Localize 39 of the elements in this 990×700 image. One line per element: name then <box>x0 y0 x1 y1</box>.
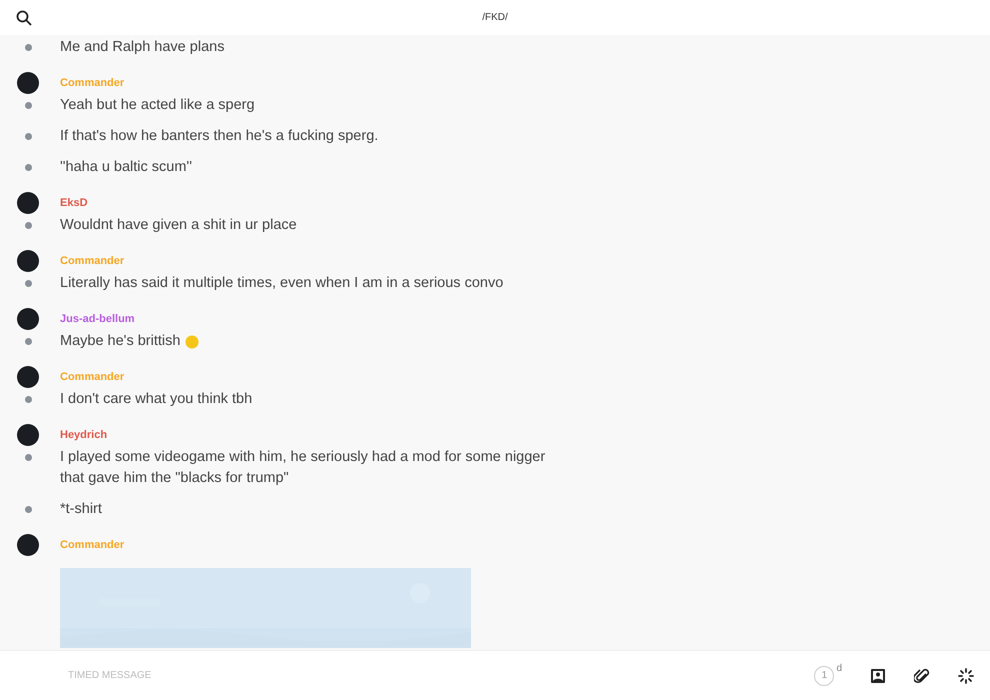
avatar-icon <box>17 250 39 272</box>
avatar-icon <box>17 366 39 388</box>
message-text: *t-shirt <box>60 500 102 519</box>
bullet-dot <box>25 133 32 140</box>
author-name: Commander <box>60 76 124 91</box>
bullet-dot <box>25 102 32 109</box>
bullet-dot <box>25 506 32 513</box>
message-text: Maybe he's brittish <box>60 332 180 351</box>
message-text: Yeah but he acted like a sperg <box>60 96 255 115</box>
avatar-icon <box>17 72 39 94</box>
message-text: If that's how he banters then he's a fucking sperg. <box>60 127 378 146</box>
avatar-icon <box>17 192 39 214</box>
author-name: Commander <box>60 538 124 553</box>
message-input[interactable]: TIMED MESSAGE <box>66 667 366 684</box>
avatar-icon <box>17 534 39 556</box>
message-text: ''haha u baltic scum'' <box>60 158 192 177</box>
bullet-dot <box>25 222 32 229</box>
channel-title: /FKD/ <box>482 11 508 25</box>
avatar-icon <box>17 424 39 446</box>
author-name: EksD <box>60 196 88 211</box>
message-text: Wouldnt have given a shit in ur place <box>60 216 297 235</box>
bullet-dot <box>25 280 32 287</box>
author-name: Heydrich <box>60 428 108 443</box>
bullet-dot <box>25 338 32 345</box>
bullet-dot <box>25 454 32 461</box>
image-icon[interactable] <box>870 668 886 684</box>
paperclip-icon[interactable] <box>914 668 930 684</box>
message-text: I played some videogame with him, he seriously had a mod for some nigger that gave him the "blacks for trump" <box>60 448 546 488</box>
bullet-dot <box>25 164 32 171</box>
message-text: Literally has said it multiple times, even when I am in a serious convo <box>60 274 504 293</box>
message-text: Me and Ralph have plans <box>60 38 224 57</box>
bullet-dot <box>25 396 32 403</box>
author-name: Commander <box>60 254 124 269</box>
message-text: I don't care what you think tbh <box>60 390 252 409</box>
author-name: Commander <box>60 370 124 385</box>
avatar-icon <box>17 308 39 330</box>
author-name: Jus-ad-bellum <box>60 312 135 327</box>
search-button[interactable] <box>16 10 32 26</box>
bullet-dot <box>25 44 32 51</box>
